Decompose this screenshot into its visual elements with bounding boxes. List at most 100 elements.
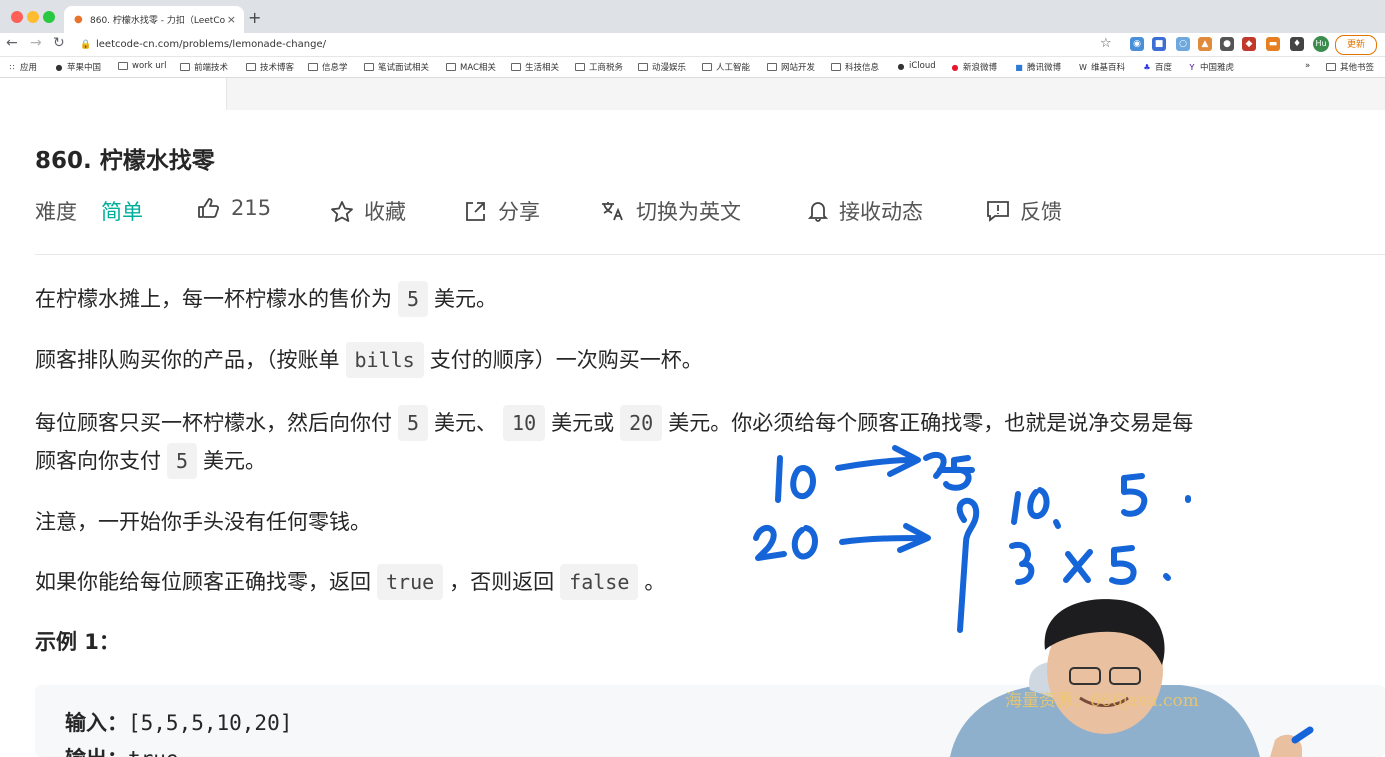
bookmark-item[interactable]: ♣ 百度 (1142, 61, 1172, 74)
url-text: leetcode-cn.com/problems/lemonade-change… (96, 39, 326, 50)
new-tab-button[interactable]: + (248, 8, 261, 27)
browser-tab-bar: ● 860. 柠檬水找零 - 力扣（LeetCo × + (0, 0, 1385, 33)
bookmark-item[interactable]: ● iCloud (896, 61, 936, 71)
example-output: 输出：true (65, 743, 179, 757)
extension-icon[interactable]: ● (1220, 37, 1234, 51)
update-button[interactable]: 更新 (1335, 35, 1377, 55)
difficulty-label: 难度 (35, 200, 77, 224)
description-paragraph: 如果你能给每位顾客正确找零，返回 true ，否则返回 false。 (35, 563, 665, 601)
folder-icon (638, 63, 648, 71)
bookmark-item[interactable]: Y 中国雅虎 (1187, 61, 1234, 74)
extension-icon[interactable]: ◆ (1242, 37, 1256, 51)
translate-icon (602, 202, 623, 221)
description-paragraph: 在柠檬水摊上，每一杯柠檬水的售价为 5 美元。 (35, 280, 497, 318)
other-bookmarks[interactable]: 其他书签 (1326, 61, 1374, 73)
difficulty-badge: 简单 (101, 200, 143, 224)
tab-description[interactable] (30, 78, 225, 110)
close-window-button[interactable] (11, 11, 23, 23)
bookmark-item[interactable]: ● 新浪微博 (950, 61, 998, 74)
bookmark-item[interactable]: ● 苹果中国 (54, 61, 102, 74)
extension-icon[interactable]: ■ (1152, 37, 1166, 51)
example-title: 示例 1： (35, 630, 120, 654)
bookmarks-overflow-button[interactable]: » (1305, 61, 1310, 71)
watermark: 海量资源：666java.com (1005, 691, 1199, 711)
bookmark-item[interactable]: work url (118, 61, 167, 71)
bookmark-item[interactable]: MAC相关 (446, 61, 496, 73)
weibo-icon: ● (951, 62, 959, 72)
extension-icon[interactable]: ◉ (1130, 37, 1144, 51)
extension-icon[interactable]: ○ (1176, 37, 1190, 51)
yahoo-icon: Y (1189, 62, 1195, 72)
share-icon (466, 202, 485, 221)
like-button[interactable]: 215 (197, 196, 271, 220)
bookmark-item[interactable]: 网站开发 (767, 61, 815, 73)
subscribe-button[interactable]: 接收动态 (807, 196, 923, 226)
description-paragraph: 顾客排队购买你的产品，（按账单 bills 支付的顺序）一次购买一杯。 (35, 341, 703, 379)
bookmark-item[interactable]: ∷ 应用 (7, 61, 37, 74)
folder-icon (180, 63, 190, 71)
share-button[interactable]: 分享 (464, 196, 540, 226)
apple-icon: ● (55, 62, 63, 72)
bookmark-item[interactable]: 笔试面试相关 (364, 61, 429, 73)
problem-tab-strip (0, 78, 1385, 110)
extension-icon[interactable]: ▬ (1266, 37, 1280, 51)
bookmark-star-icon[interactable]: ☆ (1100, 36, 1112, 51)
bookmark-item[interactable]: 前端技术 (180, 61, 228, 73)
folder-icon (446, 63, 456, 71)
bookmark-item[interactable]: ■ 腾讯微博 (1014, 61, 1061, 74)
folder-icon (511, 63, 521, 71)
bookmark-item[interactable]: 动漫娱乐 (638, 61, 686, 73)
bookmark-item[interactable]: 信息学 (308, 61, 348, 73)
like-count: 215 (231, 196, 272, 220)
tab-close-icon[interactable]: × (227, 13, 236, 26)
browser-toolbar: ← → ↻ 🔒 leetcode-cn.com/problems/lemonad… (0, 33, 1385, 57)
metamask-extension-icon[interactable]: ▲ (1198, 37, 1212, 51)
inline-code: 20 (620, 405, 663, 441)
problem-title: 860. 柠檬水找零 (35, 148, 215, 174)
bookmark-item[interactable]: W 维基百科 (1078, 61, 1125, 74)
inline-code: true (377, 564, 444, 600)
forward-arrow-icon[interactable]: → (30, 35, 42, 51)
bell-icon (807, 202, 829, 222)
folder-icon (246, 63, 256, 71)
address-bar[interactable]: 🔒 leetcode-cn.com/problems/lemonade-chan… (74, 36, 1119, 53)
leetcode-favicon-icon: ● (74, 13, 83, 25)
puzzle-extensions-icon[interactable]: ♦ (1290, 37, 1304, 51)
star-icon (331, 201, 353, 222)
inline-code: false (560, 564, 639, 600)
browser-tab[interactable]: ● 860. 柠檬水找零 - 力扣（LeetCo × (64, 6, 244, 33)
favorite-button[interactable]: 收藏 (330, 196, 406, 226)
thumbs-up-icon (198, 198, 220, 218)
folder-icon (702, 63, 712, 71)
folder-icon (831, 63, 841, 71)
zoom-window-button[interactable] (43, 11, 55, 23)
inline-code: 5 (398, 405, 429, 441)
example-input: 输入：[5,5,5,10,20] (65, 711, 293, 735)
reload-icon[interactable]: ↻ (53, 35, 65, 51)
inline-code: 5 (167, 443, 198, 479)
bookmark-item[interactable]: 科技信息 (831, 61, 879, 73)
folder-icon (575, 63, 585, 71)
minimize-window-button[interactable] (27, 11, 39, 23)
bookmark-item[interactable]: 生活相关 (511, 61, 559, 73)
description-paragraph: 顾客向你支付 5 美元。 (35, 442, 266, 480)
back-arrow-icon[interactable]: ← (6, 35, 18, 51)
other-problem-tabs[interactable] (226, 78, 1385, 110)
profile-avatar[interactable]: Hu (1313, 36, 1329, 52)
feedback-button[interactable]: 反馈 (986, 196, 1062, 226)
folder-icon (364, 63, 374, 71)
favorite-label: 收藏 (364, 200, 406, 224)
lock-icon: 🔒 (80, 39, 92, 50)
feedback-icon (987, 201, 1009, 222)
bookmark-item[interactable]: 工商税务 (575, 61, 623, 73)
description-paragraph: 注意，一开始你手头没有任何零钱。 (35, 510, 371, 534)
inline-code: bills (345, 342, 424, 378)
presenter-webcam-overlay (950, 599, 1314, 757)
bookmarks-bar: ∷ 应用 ● 苹果中国 work url 前端技术 技术博客 信息学 笔试面试相关 … (0, 57, 1385, 78)
bookmark-item[interactable]: 技术博客 (246, 61, 294, 73)
baidu-icon: ♣ (1143, 62, 1151, 72)
tencent-icon: ■ (1015, 62, 1023, 72)
bookmark-item[interactable]: 人工智能 (702, 61, 750, 73)
switch-language-button[interactable]: 切换为英文 (600, 196, 741, 226)
inline-code: 5 (398, 281, 429, 317)
